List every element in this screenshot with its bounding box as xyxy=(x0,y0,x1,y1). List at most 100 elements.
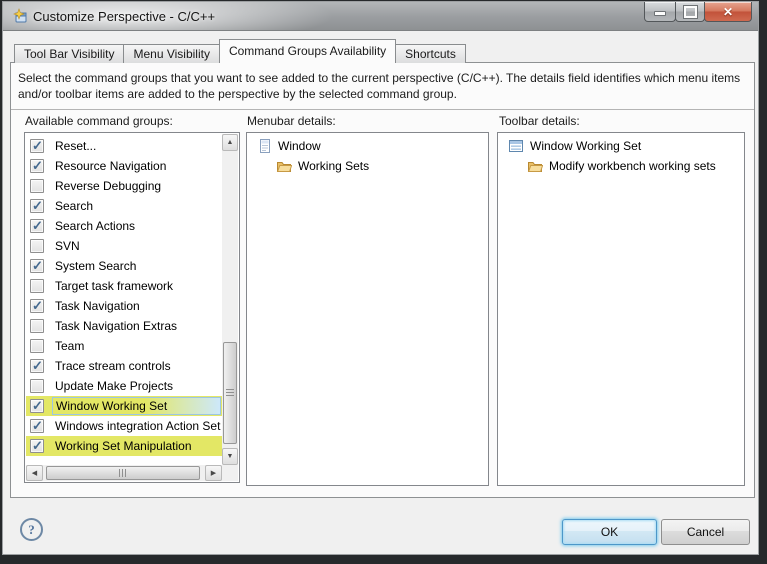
help-icon: ? xyxy=(28,522,35,538)
menu-document-icon xyxy=(257,138,272,154)
minimize-button[interactable] xyxy=(644,2,676,22)
checkbox[interactable] xyxy=(30,379,44,393)
list-item[interactable]: Trace stream controls xyxy=(26,356,222,376)
checkbox[interactable] xyxy=(30,259,44,273)
scroll-grip-icon xyxy=(226,389,234,397)
list-item-label: Window Working Set xyxy=(52,397,221,415)
vertical-scrollbar[interactable]: ▲ ▼ xyxy=(222,134,238,465)
tree-item-working-sets[interactable]: Working Sets xyxy=(247,156,488,176)
list-item[interactable]: Update Make Projects xyxy=(26,376,222,396)
list-item-label: Reverse Debugging xyxy=(52,179,164,193)
close-icon: ✕ xyxy=(723,6,733,18)
tree-item-modify-workbench-working-sets[interactable]: Modify workbench working sets xyxy=(498,156,744,176)
tree-item-window-working-set[interactable]: Window Working Set xyxy=(498,136,744,156)
tree-item-label: Window xyxy=(278,139,321,153)
scroll-left-icon: ◀ xyxy=(32,470,37,477)
list-item-label: Windows integration Action Set xyxy=(52,419,222,433)
checkbox[interactable] xyxy=(30,159,44,173)
list-item-label: Search xyxy=(52,199,96,213)
checkbox[interactable] xyxy=(30,419,44,433)
scroll-up-button[interactable]: ▲ xyxy=(222,134,238,151)
checkbox[interactable] xyxy=(30,359,44,373)
tab-tool-bar-visibility[interactable]: Tool Bar Visibility xyxy=(14,44,124,63)
checkbox[interactable] xyxy=(30,139,44,153)
list-item[interactable]: Reset... xyxy=(26,136,222,156)
toolbar-window-icon xyxy=(508,139,524,153)
open-folder-icon xyxy=(527,159,543,173)
vertical-scroll-thumb[interactable] xyxy=(223,342,237,444)
list-item[interactable]: Team xyxy=(26,336,222,356)
list-item-label: Search Actions xyxy=(52,219,138,233)
checkbox[interactable] xyxy=(30,279,44,293)
list-item-label: Task Navigation xyxy=(52,299,143,313)
list-item[interactable]: Windows integration Action Set xyxy=(26,416,222,436)
checkbox[interactable] xyxy=(30,219,44,233)
maximize-icon xyxy=(684,6,697,18)
dialog-window: Customize Perspective - C/C++ ✕ Tool Bar… xyxy=(2,1,759,555)
maximize-button[interactable] xyxy=(675,2,705,22)
list-item[interactable]: Search Actions xyxy=(26,216,222,236)
horizontal-scroll-thumb[interactable] xyxy=(46,466,200,480)
list-item-label: Resource Navigation xyxy=(52,159,169,173)
scroll-right-button[interactable]: ▶ xyxy=(205,465,222,481)
minimize-icon xyxy=(654,11,666,16)
scroll-left-button[interactable]: ◀ xyxy=(26,465,43,481)
ok-button-label: OK xyxy=(601,525,618,539)
tab-bar: Tool Bar Visibility Menu Visibility Comm… xyxy=(14,39,466,63)
scroll-down-icon: ▼ xyxy=(227,453,234,460)
scroll-right-icon: ▶ xyxy=(211,470,216,477)
menubar-details-panel: Window Working Sets xyxy=(246,132,489,486)
available-groups-header: Available command groups: xyxy=(25,114,173,128)
checkbox[interactable] xyxy=(30,319,44,333)
list-item-label: Working Set Manipulation xyxy=(52,439,195,453)
checkbox[interactable] xyxy=(30,299,44,313)
checkbox[interactable] xyxy=(30,239,44,253)
horizontal-scrollbar[interactable]: ◀ ▶ xyxy=(26,465,222,481)
separator-line xyxy=(11,109,754,110)
scrollbar-corner xyxy=(222,465,238,481)
scroll-grip-icon xyxy=(119,469,127,477)
tab-shortcuts[interactable]: Shortcuts xyxy=(395,44,466,63)
tab-page: Select the command groups that you want … xyxy=(10,62,755,498)
checkbox[interactable] xyxy=(30,439,44,453)
ok-button[interactable]: OK xyxy=(562,519,657,545)
scroll-down-button[interactable]: ▼ xyxy=(222,448,238,465)
list-item[interactable]: Task Navigation xyxy=(26,296,222,316)
title-bar[interactable]: Customize Perspective - C/C++ ✕ xyxy=(3,2,758,31)
toolbar-details-panel: Window Working Set Modify workbench work… xyxy=(497,132,745,486)
window-title: Customize Perspective - C/C++ xyxy=(33,9,215,24)
list-item-label: Update Make Projects xyxy=(52,379,176,393)
list-item-label: Target task framework xyxy=(52,279,176,293)
command-group-list: Reset... Resource Navigation Reverse Deb… xyxy=(26,134,222,465)
list-item[interactable]: Target task framework xyxy=(26,276,222,296)
checkbox[interactable] xyxy=(30,179,44,193)
close-button[interactable]: ✕ xyxy=(704,2,752,22)
list-item[interactable]: SVN xyxy=(26,236,222,256)
toolbar-details-header: Toolbar details: xyxy=(499,114,580,128)
list-item[interactable]: Resource Navigation xyxy=(26,156,222,176)
list-item[interactable]: System Search xyxy=(26,256,222,276)
checkbox[interactable] xyxy=(30,399,44,413)
tree-item-window[interactable]: Window xyxy=(247,136,488,156)
tab-command-groups-availability[interactable]: Command Groups Availability xyxy=(219,39,396,63)
tree-item-label: Modify workbench working sets xyxy=(549,159,716,173)
cancel-button-label: Cancel xyxy=(687,525,724,539)
list-item-label: Trace stream controls xyxy=(52,359,174,373)
list-item-label: Reset... xyxy=(52,139,99,153)
list-item[interactable]: Search xyxy=(26,196,222,216)
cancel-button[interactable]: Cancel xyxy=(661,519,750,545)
open-folder-icon xyxy=(276,159,292,173)
checkbox[interactable] xyxy=(30,339,44,353)
list-item[interactable]: Window Working Set xyxy=(26,396,222,416)
menubar-details-header: Menubar details: xyxy=(247,114,336,128)
checkbox[interactable] xyxy=(30,199,44,213)
tab-menu-visibility[interactable]: Menu Visibility xyxy=(123,44,219,63)
command-group-listbox: Reset... Resource Navigation Reverse Deb… xyxy=(24,132,240,483)
scroll-up-icon: ▲ xyxy=(227,139,234,146)
list-item[interactable]: Task Navigation Extras xyxy=(26,316,222,336)
list-item[interactable]: Working Set Manipulation xyxy=(26,436,222,456)
list-item-label: Team xyxy=(52,339,87,353)
list-item[interactable]: Reverse Debugging xyxy=(26,176,222,196)
list-item-label: System Search xyxy=(52,259,139,273)
help-button[interactable]: ? xyxy=(20,518,43,541)
